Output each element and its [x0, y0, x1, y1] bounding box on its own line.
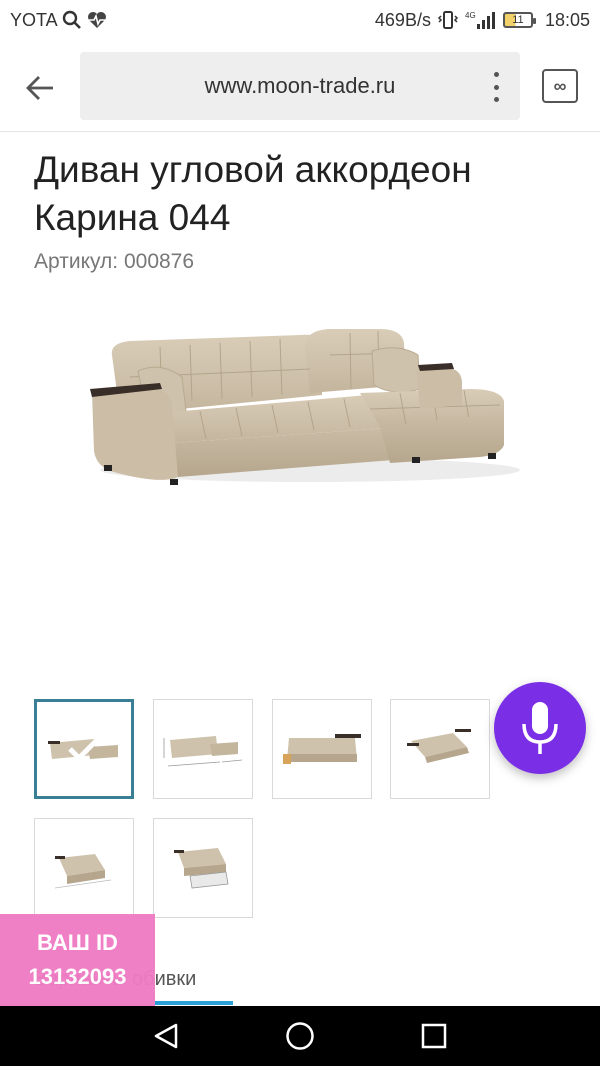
- sofa-storage-image: [174, 848, 229, 889]
- article-number: Артикул: 000876: [34, 250, 195, 273]
- system-navigation-bar: [0, 1006, 600, 1066]
- carrier-label: YOTA: [10, 9, 58, 30]
- battery-icon: 11: [502, 12, 536, 28]
- id-badge-number: 13132093: [28, 964, 127, 989]
- thumbnail-4[interactable]: [390, 699, 490, 799]
- network-type: 4G: [465, 11, 476, 20]
- sofa-dimensions-image: [163, 736, 243, 767]
- thumbnail-5[interactable]: [34, 818, 134, 918]
- search-icon: [62, 10, 82, 30]
- browser-toolbar: www.moon-trade.ru ∞: [0, 40, 600, 132]
- triangle-back-icon: [154, 1023, 178, 1049]
- sofa-unfolded-image: [407, 729, 471, 763]
- checkmark-icon: [68, 737, 100, 762]
- battery-level: 11: [512, 14, 524, 26]
- nav-home-button[interactable]: [284, 1020, 316, 1052]
- url-text: www.moon-trade.ru: [204, 73, 396, 98]
- overflow-menu-icon[interactable]: [490, 72, 502, 102]
- network-speed: 469B/s: [374, 9, 431, 30]
- status-bar: YOTA 469B/s 4G 11 18:05: [0, 0, 600, 40]
- vibrate-icon: [437, 10, 459, 30]
- thumbnail-6[interactable]: [153, 818, 253, 918]
- tab-active-indicator: [155, 1001, 233, 1005]
- sofa-front-image: [283, 734, 361, 764]
- voice-search-button[interactable]: [494, 682, 586, 774]
- nav-recents-button[interactable]: [418, 1020, 450, 1052]
- thumbnail-3[interactable]: [272, 699, 372, 799]
- back-button[interactable]: [20, 68, 60, 108]
- page-title: Диван угловой аккордеон Карина 044: [34, 149, 472, 238]
- circle-home-icon: [286, 1022, 314, 1050]
- product-main-image[interactable]: [60, 285, 540, 505]
- sofa-bed-image: [54, 854, 112, 889]
- thumbnail-1[interactable]: [34, 699, 134, 799]
- microphone-icon: [522, 702, 558, 754]
- thumbnail-2[interactable]: [153, 699, 253, 799]
- tabs-button[interactable]: ∞: [542, 69, 578, 103]
- nav-back-button[interactable]: [150, 1020, 182, 1052]
- square-recents-icon: [421, 1023, 447, 1049]
- health-heart-icon: [86, 10, 108, 30]
- address-bar[interactable]: www.moon-trade.ru: [80, 52, 520, 120]
- id-badge-label: ВАШ ID: [37, 930, 118, 955]
- tabs-label: ∞: [553, 75, 567, 96]
- signal-icon: 4G: [465, 10, 497, 30]
- clock: 18:05: [544, 9, 590, 30]
- back-arrow-icon: [26, 76, 53, 100]
- user-id-badge[interactable]: ВАШ ID 13132093: [0, 914, 155, 1006]
